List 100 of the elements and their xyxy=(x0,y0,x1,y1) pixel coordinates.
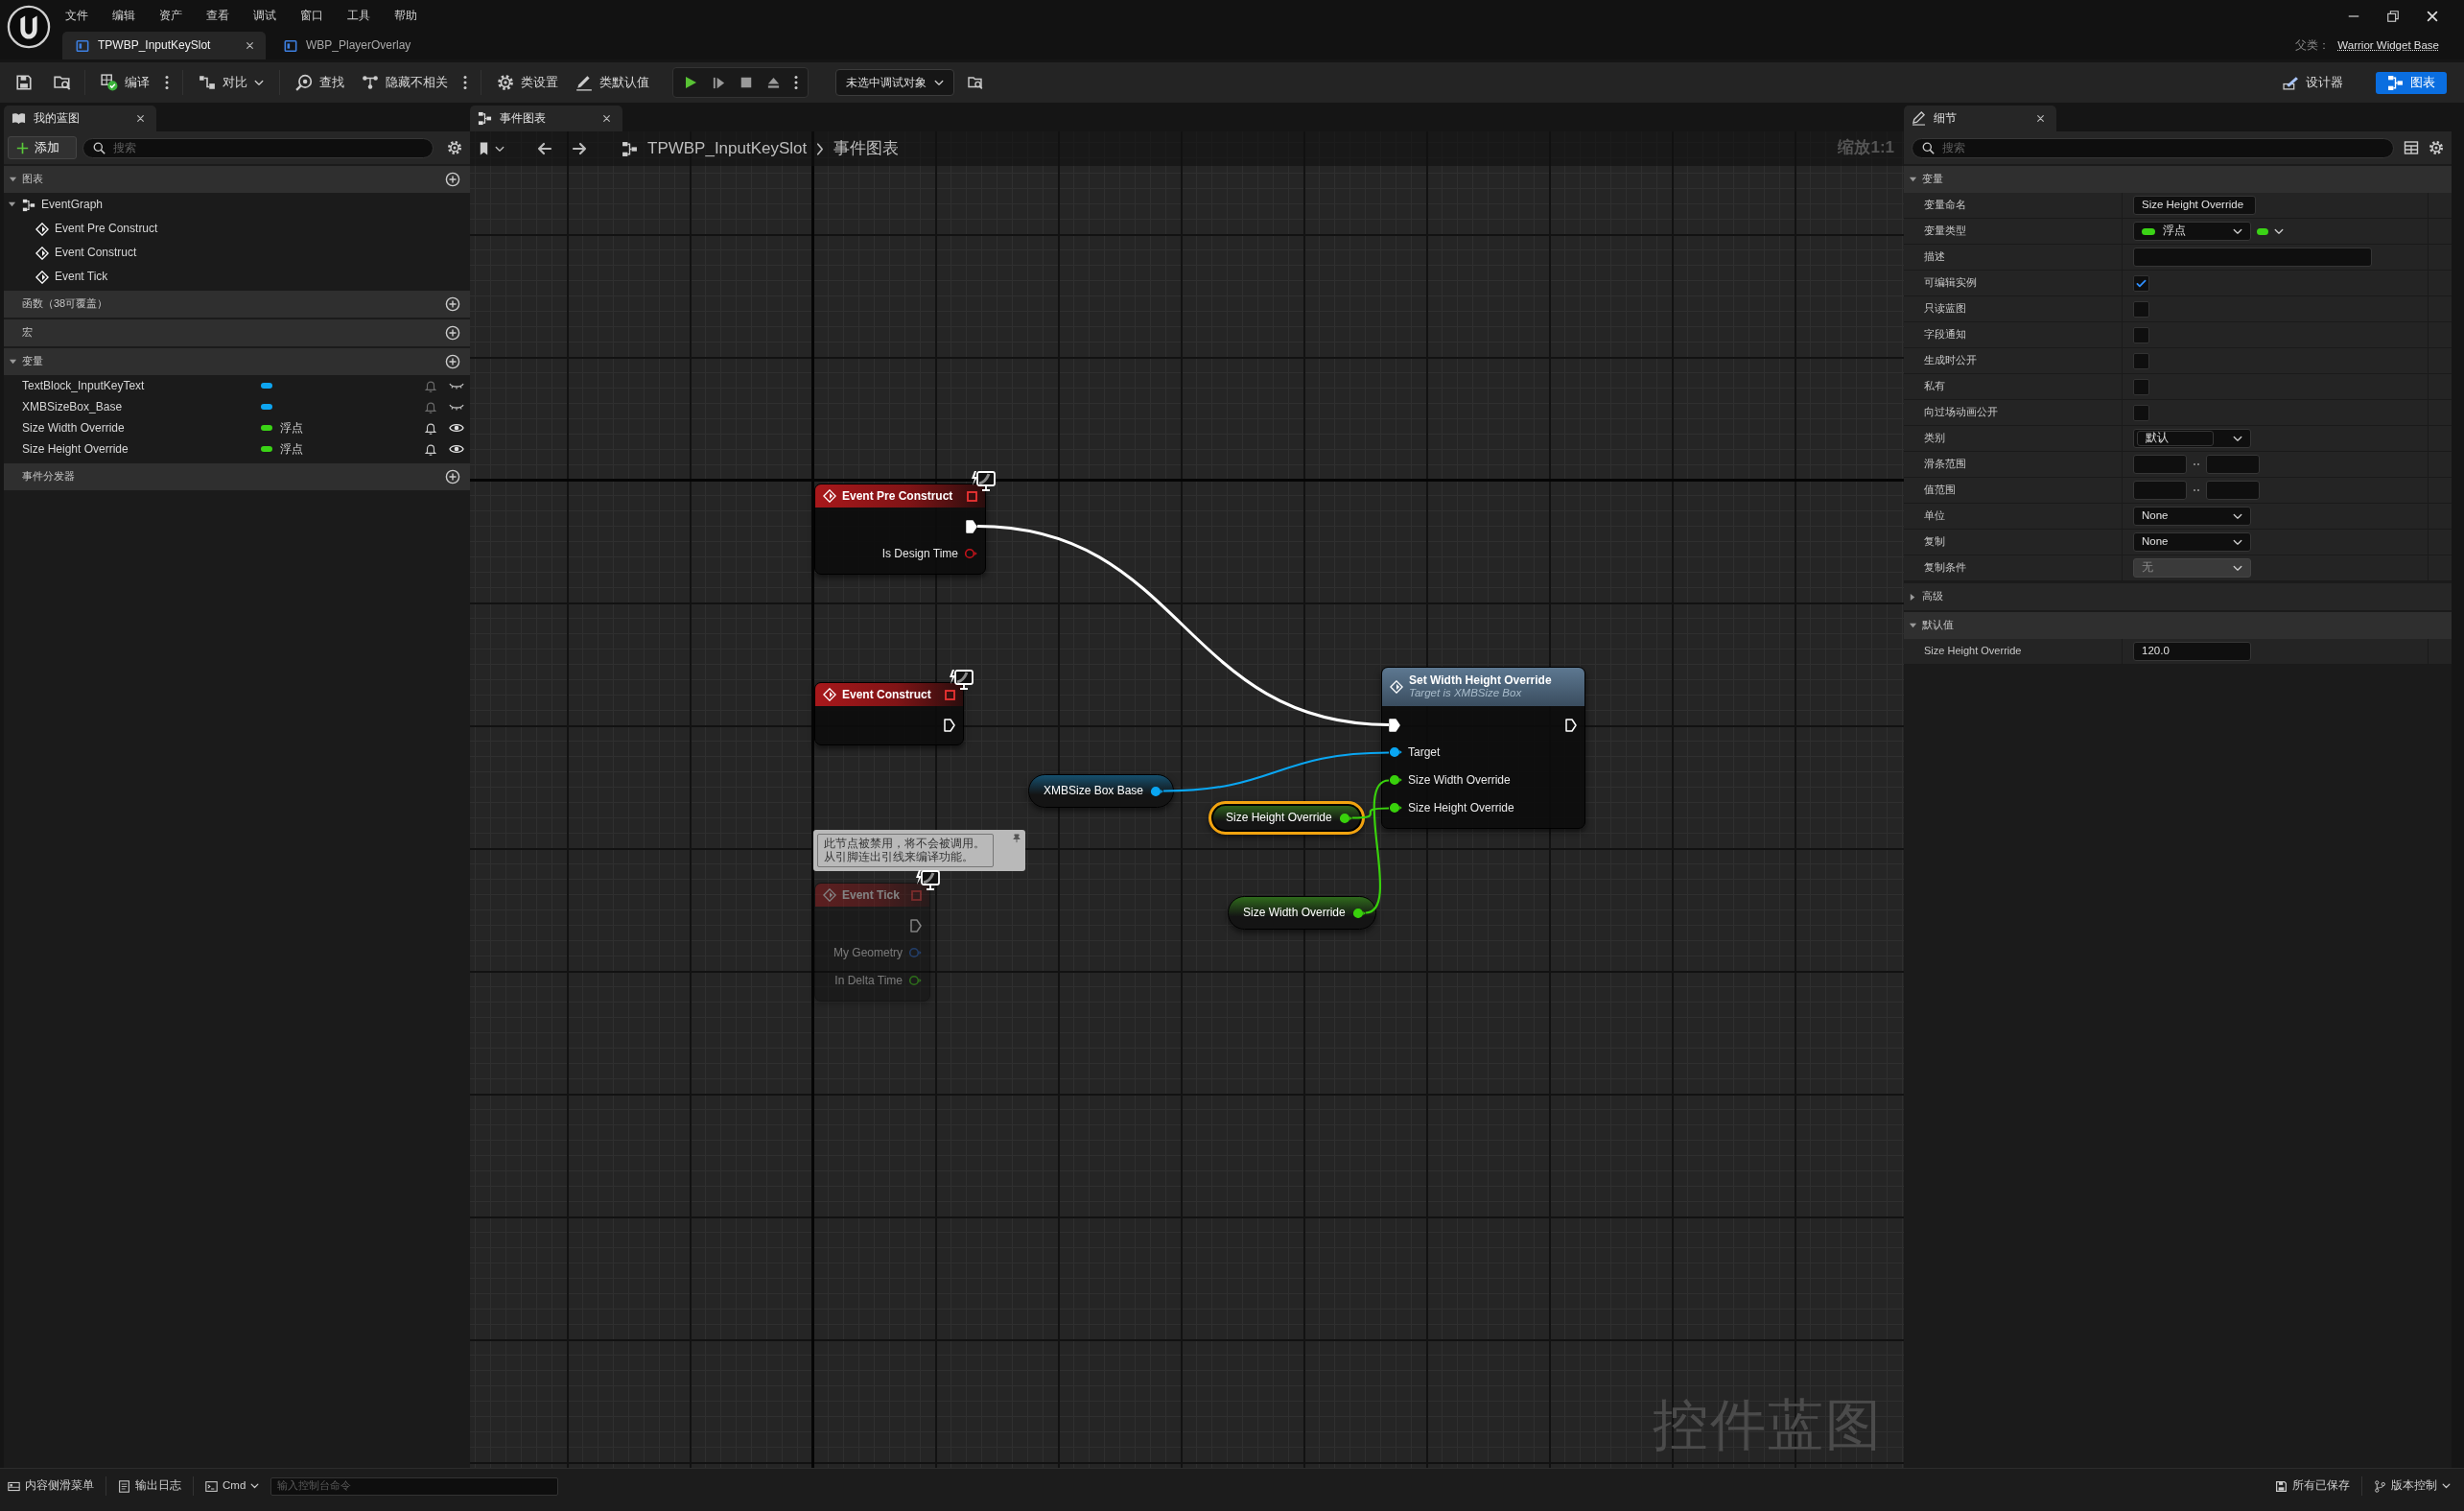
triangle-right-icon[interactable] xyxy=(1909,592,1917,602)
tree-item[interactable]: EventGraph xyxy=(4,193,470,217)
pushpin-icon[interactable] xyxy=(1012,834,1021,843)
close-icon[interactable] xyxy=(136,114,145,123)
plus-circle-icon[interactable] xyxy=(445,354,460,369)
description-field[interactable] xyxy=(2133,248,2372,267)
variable-node[interactable]: Size Width Override xyxy=(1228,896,1376,930)
menu-item[interactable]: 查看 xyxy=(206,9,229,23)
circle-pin-icon[interactable] xyxy=(1389,746,1402,759)
menu-item[interactable]: 编辑 xyxy=(112,9,135,23)
chevron-down-icon[interactable] xyxy=(495,145,505,153)
document-tab[interactable]: TPWBP_InputKeySlot xyxy=(62,32,266,59)
section-header[interactable]: 事件分发器 xyxy=(4,463,470,490)
menu-item[interactable]: 资产 xyxy=(159,9,182,23)
settings-icon[interactable] xyxy=(2429,140,2444,155)
dropdown[interactable]: None xyxy=(2133,507,2251,526)
parent-class-link[interactable]: Warrior Widget Base xyxy=(2337,38,2439,53)
arrow-pin-icon[interactable] xyxy=(1389,718,1400,732)
eject-icon[interactable] xyxy=(766,75,781,90)
status-bar-button[interactable]: Cmd xyxy=(205,1475,260,1498)
square-pin-icon[interactable] xyxy=(945,689,955,700)
add-button[interactable]: 添加 xyxy=(8,136,77,159)
variable-name[interactable]: Size Width Override xyxy=(22,420,261,436)
status-bar-button[interactable]: 输出日志 xyxy=(118,1475,181,1498)
close-icon[interactable] xyxy=(602,114,611,123)
folder-search-icon[interactable] xyxy=(54,74,71,91)
close-icon[interactable] xyxy=(2036,114,2045,123)
circle-pin-icon[interactable] xyxy=(1389,802,1402,815)
section-header[interactable]: 变量 xyxy=(4,348,470,375)
variable-name[interactable]: Size Height Override xyxy=(22,441,261,457)
section-header[interactable]: 图表 xyxy=(4,166,470,193)
tree-item[interactable]: Event Construct xyxy=(4,241,470,265)
status-bar-button[interactable]: 所有已保存 xyxy=(2275,1475,2350,1498)
debug-object-dropdown[interactable]: 未选中调试对象 xyxy=(835,69,954,96)
checkbox[interactable] xyxy=(2133,274,2149,292)
settings-icon[interactable] xyxy=(447,140,462,155)
checkbox[interactable] xyxy=(2133,352,2149,369)
skip-icon[interactable] xyxy=(712,75,726,90)
close-icon[interactable] xyxy=(246,41,254,50)
panel-tab[interactable]: 细节 xyxy=(1904,106,2056,131)
checkbox[interactable] xyxy=(2133,326,2149,343)
variable-node[interactable]: Size Height Override xyxy=(1209,801,1365,835)
more-icon[interactable] xyxy=(463,75,467,90)
circle-pin-icon[interactable] xyxy=(1150,785,1164,797)
plus-circle-icon[interactable] xyxy=(445,296,460,312)
plus-circle-icon[interactable] xyxy=(445,469,460,484)
checkbox[interactable] xyxy=(2133,378,2149,395)
mode-tab[interactable]: 设计器 xyxy=(2271,71,2355,94)
number-field[interactable]: 120.0 xyxy=(2133,642,2251,661)
variable-name[interactable]: XMBSizeBox_Base xyxy=(22,399,261,414)
menu-item[interactable]: 文件 xyxy=(65,9,88,23)
dropdown[interactable]: None xyxy=(2133,532,2251,552)
more-icon[interactable] xyxy=(794,75,798,90)
category-field[interactable]: 默认 xyxy=(2137,431,2214,446)
triangle-down-icon[interactable] xyxy=(8,201,16,209)
type-dropdown[interactable]: 浮点 xyxy=(2133,222,2251,241)
document-tab[interactable]: WBP_PlayerOverlay xyxy=(270,32,423,59)
graph-node[interactable]: Event Pre Construct Is Design Time xyxy=(814,484,986,575)
min-field[interactable] xyxy=(2133,481,2187,500)
section-header[interactable]: 宏 xyxy=(4,319,470,346)
section-header[interactable]: 默认值 xyxy=(1904,612,2452,639)
bookmark-icon[interactable] xyxy=(478,141,490,156)
triangle-down-icon[interactable] xyxy=(9,357,17,366)
checkbox[interactable] xyxy=(2133,404,2149,421)
logo-icon[interactable] xyxy=(7,5,51,49)
panel-tab[interactable]: 事件图表 xyxy=(470,106,622,131)
back-arrow-icon[interactable] xyxy=(535,141,552,156)
circle-pin-icon[interactable] xyxy=(1389,774,1402,787)
max-field[interactable] xyxy=(2206,481,2260,500)
max-field[interactable] xyxy=(2206,455,2260,474)
forward-arrow-icon[interactable] xyxy=(572,141,589,156)
toolbar-button[interactable]: 对比 xyxy=(197,68,266,97)
menu-item[interactable]: 调试 xyxy=(253,9,276,23)
graph-node[interactable]: Event Construct xyxy=(814,682,964,745)
graph-node[interactable]: Set Width Height Override Target is XMBSize Box Target Size Width Override Size Height Override xyxy=(1381,667,1585,829)
toolbar-button[interactable]: 类设置 xyxy=(495,68,560,97)
toolbar-button[interactable]: 查找 xyxy=(293,68,346,97)
save-icon[interactable] xyxy=(15,74,33,91)
square-pin-icon[interactable] xyxy=(967,490,977,502)
tree-item[interactable]: Event Tick xyxy=(4,265,470,289)
status-bar-button[interactable]: 内容侧滑菜单 xyxy=(8,1475,94,1498)
container-type-dropdown[interactable] xyxy=(2257,227,2284,235)
plus-circle-icon[interactable] xyxy=(445,325,460,341)
checkbox[interactable] xyxy=(2133,300,2149,318)
circle-pin-icon[interactable] xyxy=(1338,812,1352,824)
more-icon[interactable] xyxy=(165,75,169,90)
menu-item[interactable]: 窗口 xyxy=(300,9,323,23)
triangle-down-icon[interactable] xyxy=(9,175,17,184)
variable-node[interactable]: XMBSize Box Base xyxy=(1028,774,1175,808)
folder-search-icon[interactable] xyxy=(968,75,983,90)
toolbar-button[interactable]: 类默认值 xyxy=(574,68,651,97)
arrow-pin-icon[interactable] xyxy=(966,519,977,533)
variable-name[interactable]: TextBlock_InputKeyText xyxy=(22,378,261,393)
arrow-pin-icon[interactable] xyxy=(1565,718,1577,732)
stop-icon[interactable] xyxy=(739,76,753,89)
mode-tab[interactable]: 图表 xyxy=(2376,71,2447,94)
section-header[interactable]: 高级 xyxy=(1904,583,2452,610)
status-bar-button[interactable]: 版本控制 xyxy=(2374,1475,2451,1498)
table-icon[interactable] xyxy=(2404,140,2419,155)
menu-item[interactable]: 帮助 xyxy=(394,9,417,23)
